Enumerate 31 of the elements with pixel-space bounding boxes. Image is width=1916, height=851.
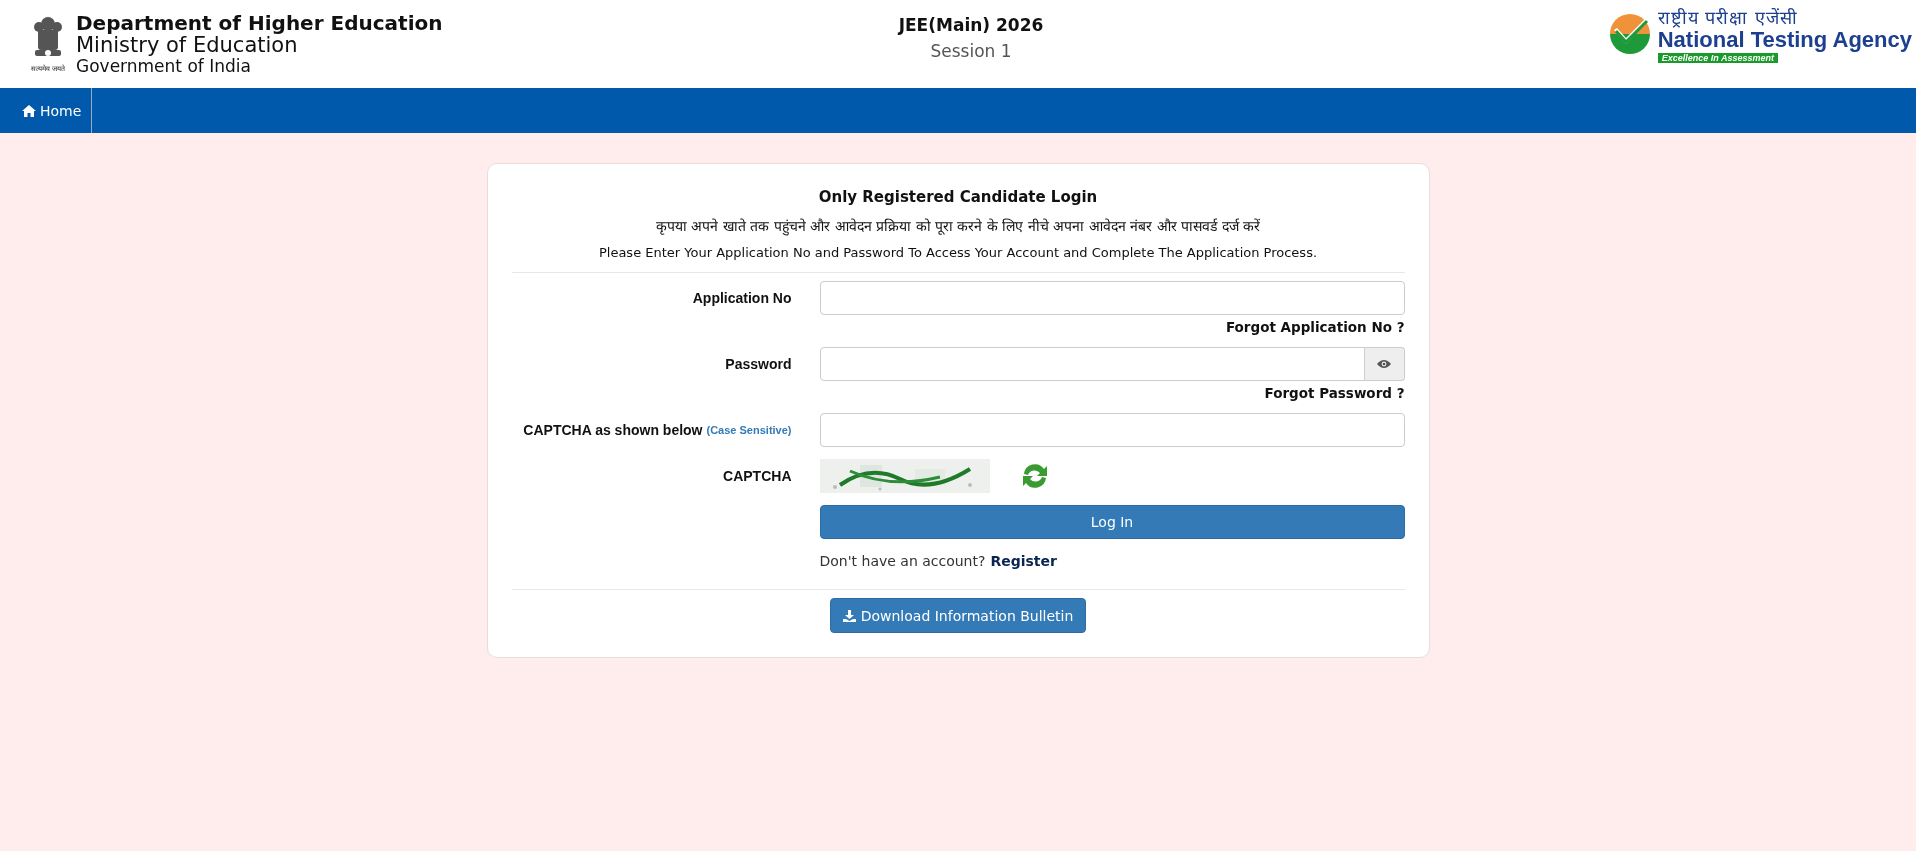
instruction-text: Please Enter Your Application No and Password To Access Your Account and Complete The Application Process. [598,245,1318,260]
download-bulletin-button[interactable]: Download Information Bulletin [829,598,1087,633]
agency-tagline: Excellence In Assessment [1657,53,1778,63]
eye-icon [1377,359,1391,369]
exam-title: JEE(Main) 2026 [898,15,1044,35]
forgot-link[interactable]: Forgot Application No ? [1225,319,1405,335]
register-link[interactable]: Register [990,553,1057,569]
forgot-link[interactable]: Forgot Password ? [1264,385,1405,401]
case-sensitive-note: (Case Sensitive) [706,424,792,436]
password-field[interactable] [819,347,1365,381]
government-name: Government of India [76,56,252,76]
field-label: CAPTCHA [723,468,792,484]
field-label: CAPTCHA as shown below [523,422,703,438]
ministry-name: Ministry of Education [76,34,298,57]
download-icon [842,609,856,622]
home-icon [22,104,36,117]
show-password-button[interactable] [1364,347,1405,381]
tick-logo-icon [1607,12,1652,56]
register-prompt: Don't have an account? [819,553,986,569]
login-button[interactable]: Log In [819,505,1405,539]
field-label: Application No [692,290,792,306]
field-label: Password [725,356,792,372]
department-name: Department of Higher Education [76,12,443,35]
input-field[interactable] [819,281,1405,315]
agency-hindi-name: राष्ट्रीय परीक्षा एजेंसी [1657,6,1799,29]
input-field[interactable] [819,413,1405,447]
session-label: Session 1 [930,41,1012,61]
hindi-instruction: कृपया अपने खाते तक पहुंचने और आवेदन प्रक्रिया को पूरा करने के लिए नीचे अपना आवेदन नंबर और पासवर्ड दर्ज करें [656,217,1260,235]
home-nav-item[interactable]: Home [0,88,93,133]
login-title: Only Registered Candidate Login [818,188,1098,206]
agency-name: National Testing Agency [1657,29,1912,51]
